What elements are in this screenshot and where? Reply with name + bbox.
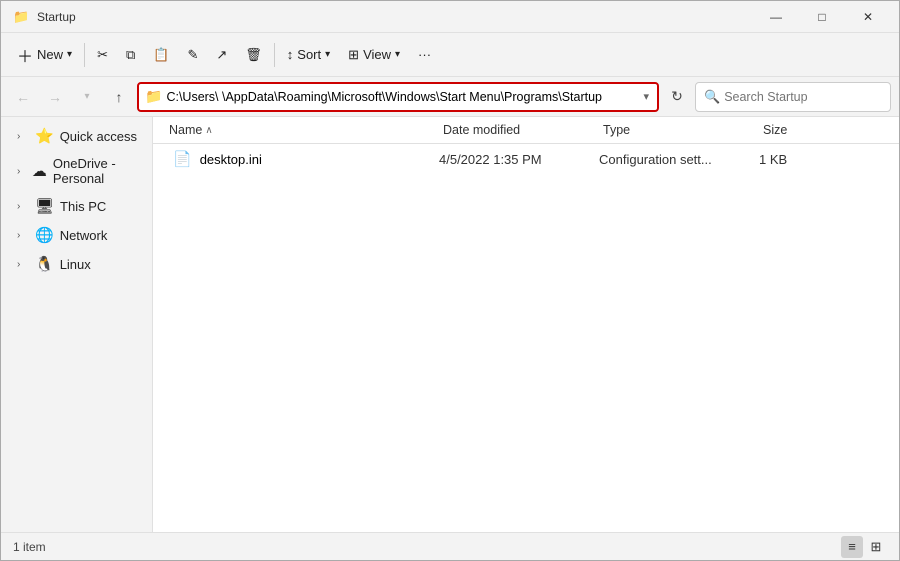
share-button[interactable]: ↗ — [208, 38, 235, 72]
address-path: C:\Users\ \AppData\Roaming\Microsoft\Win… — [166, 90, 637, 104]
col-header-type[interactable]: Type — [603, 121, 763, 139]
address-bar: ← → ▾ ↑ 📁 C:\Users\ \AppData\Roaming\Mic… — [1, 77, 899, 117]
delete-icon: 🗑 — [245, 47, 262, 63]
forward-button[interactable]: → — [41, 83, 69, 111]
paste-button[interactable]: 📋 — [145, 38, 177, 72]
cut-icon: ✂ — [97, 47, 108, 63]
item-count: 1 item — [13, 540, 46, 554]
network-icon: 🌐 — [35, 226, 54, 244]
expand-arrow-icon: › — [17, 166, 26, 177]
window-controls: — □ ✕ — [753, 1, 891, 33]
file-list: 📄 desktop.ini 4/5/2022 1:35 PM Configura… — [153, 144, 899, 532]
separator-2 — [274, 43, 275, 67]
folder-icon: 📁 — [145, 88, 162, 105]
sidebar: › ⭐ Quick access › ☁ OneDrive - Personal… — [1, 117, 153, 532]
window-icon: 📁 — [13, 9, 29, 25]
sidebar-item-label: OneDrive - Personal — [53, 156, 140, 186]
file-size: 1 KB — [759, 152, 839, 167]
new-chevron-icon: ▾ — [67, 49, 72, 60]
new-label: New — [37, 47, 63, 62]
col-size-label: Size — [763, 123, 787, 137]
paste-icon: 📋 — [153, 47, 169, 63]
more-icon: ··· — [418, 47, 431, 62]
col-header-extra — [843, 121, 883, 139]
refresh-button[interactable]: ↻ — [663, 83, 691, 111]
file-type: Configuration sett... — [599, 152, 759, 167]
onedrive-icon: ☁ — [32, 162, 47, 180]
col-header-size[interactable]: Size — [763, 121, 843, 139]
minimize-button[interactable]: — — [753, 1, 799, 33]
col-type-label: Type — [603, 123, 630, 137]
up-button[interactable]: ↑ — [105, 83, 133, 111]
search-wrap[interactable]: 🔍 — [695, 82, 891, 112]
delete-button[interactable]: 🗑 — [237, 38, 270, 72]
expand-arrow-icon: › — [17, 230, 29, 241]
search-input[interactable] — [724, 90, 885, 104]
col-date-label: Date modified — [443, 123, 520, 137]
main-layout: › ⭐ Quick access › ☁ OneDrive - Personal… — [1, 117, 899, 532]
close-button[interactable]: ✕ — [845, 1, 891, 33]
title-bar-left: 📁 Startup — [13, 9, 76, 25]
new-icon: ＋ — [17, 43, 33, 67]
view-label: View — [363, 47, 391, 62]
toolbar: ＋ New ▾ ✂ ⧉ 📋 ✎ ↗ 🗑 ↕ Sort ▾ ⊞ View ▾ ··… — [1, 33, 899, 77]
file-date: 4/5/2022 1:35 PM — [439, 152, 599, 167]
view-chevron-icon: ▾ — [395, 49, 400, 60]
sort-button[interactable]: ↕ Sort ▾ — [279, 38, 338, 72]
col-header-date[interactable]: Date modified — [443, 121, 603, 139]
copy-icon: ⧉ — [126, 47, 135, 63]
sort-label: Sort — [297, 47, 321, 62]
rename-button[interactable]: ✎ — [179, 38, 206, 72]
this-pc-icon: 🖥 — [35, 197, 54, 215]
content-area: Name ∧ Date modified Type Size 📄 desktop… — [153, 117, 899, 532]
sidebar-item-network[interactable]: › 🌐 Network — [5, 221, 148, 249]
cut-button[interactable]: ✂ — [89, 38, 116, 72]
maximize-button[interactable]: □ — [799, 1, 845, 33]
table-row[interactable]: 📄 desktop.ini 4/5/2022 1:35 PM Configura… — [157, 147, 895, 171]
col-name-label: Name — [169, 123, 202, 137]
back-button[interactable]: ← — [9, 83, 37, 111]
new-button[interactable]: ＋ New ▾ — [9, 38, 80, 72]
sort-chevron-icon: ▾ — [325, 49, 330, 60]
search-icon: 🔍 — [704, 89, 720, 105]
sidebar-item-onedrive[interactable]: › ☁ OneDrive - Personal — [5, 151, 148, 191]
expand-arrow-icon: › — [17, 131, 29, 142]
expand-arrow-icon: › — [17, 201, 29, 212]
more-button[interactable]: ··· — [410, 38, 439, 72]
linux-icon: 🐧 — [35, 255, 54, 273]
sidebar-item-label: Network — [60, 228, 108, 243]
column-headers: Name ∧ Date modified Type Size — [153, 117, 899, 144]
separator-1 — [84, 43, 85, 67]
quick-access-icon: ⭐ — [35, 127, 54, 145]
sidebar-item-label: This PC — [60, 199, 106, 214]
window-title: Startup — [37, 10, 76, 24]
file-name: 📄 desktop.ini — [173, 150, 439, 168]
view-icon: ⊞ — [348, 47, 359, 63]
sort-icon: ↕ — [287, 47, 294, 62]
status-bar: 1 item ≡ ⊞ — [1, 532, 899, 560]
copy-button[interactable]: ⧉ — [118, 38, 143, 72]
grid-view-button[interactable]: ⊞ — [865, 536, 887, 558]
address-chevron-icon[interactable]: ▾ — [641, 88, 651, 105]
sidebar-item-linux[interactable]: › 🐧 Linux — [5, 250, 148, 278]
sidebar-item-label: Quick access — [60, 129, 137, 144]
sidebar-item-quick-access[interactable]: › ⭐ Quick access — [5, 122, 148, 150]
file-icon: 📄 — [173, 150, 192, 168]
sort-ascending-icon: ∧ — [205, 125, 212, 136]
view-buttons: ≡ ⊞ — [841, 536, 887, 558]
rename-icon: ✎ — [187, 47, 198, 63]
sidebar-item-label: Linux — [60, 257, 91, 272]
sidebar-item-this-pc[interactable]: › 🖥 This PC — [5, 192, 148, 220]
recent-button[interactable]: ▾ — [73, 83, 101, 111]
expand-arrow-icon: › — [17, 259, 29, 270]
col-header-name[interactable]: Name ∧ — [169, 121, 443, 139]
view-button[interactable]: ⊞ View ▾ — [340, 38, 408, 72]
share-icon: ↗ — [216, 47, 227, 63]
title-bar: 📁 Startup — □ ✕ — [1, 1, 899, 33]
address-input-wrap[interactable]: 📁 C:\Users\ \AppData\Roaming\Microsoft\W… — [137, 82, 659, 112]
file-name-text: desktop.ini — [200, 152, 262, 167]
list-view-button[interactable]: ≡ — [841, 536, 863, 558]
